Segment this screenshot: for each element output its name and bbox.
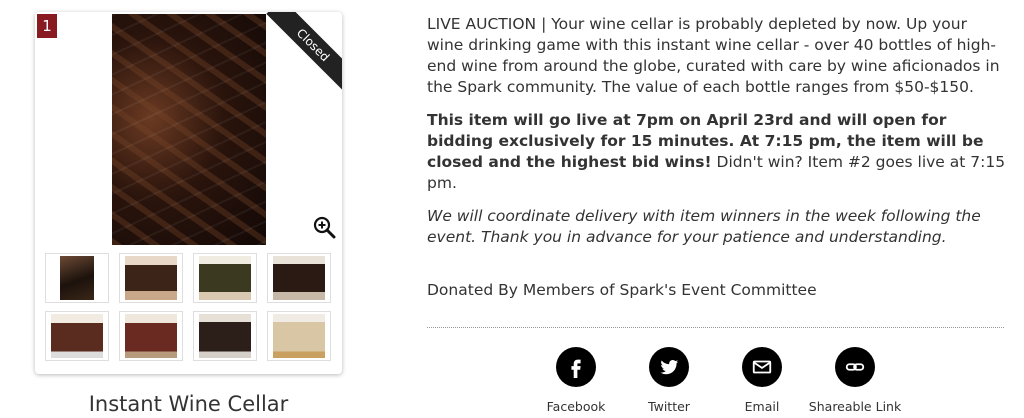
- divider: [427, 327, 1004, 328]
- item-title: Instant Wine Cellar: [88, 392, 289, 416]
- twitter-icon[interactable]: [649, 347, 689, 387]
- thumbnail[interactable]: [193, 311, 257, 361]
- thumbnail[interactable]: [267, 311, 331, 361]
- status-ribbon: Closed: [266, 12, 342, 92]
- thumbnail[interactable]: [45, 253, 109, 303]
- item-description: LIVE AUCTION | Your wine cellar is proba…: [427, 14, 1007, 260]
- thumbnail[interactable]: [45, 311, 109, 361]
- thumbnail-gallery: [45, 253, 333, 361]
- thumbnail[interactable]: [119, 311, 183, 361]
- item-number-badge: 1: [37, 14, 57, 38]
- description-schedule: This item will go live at 7pm on April 2…: [427, 110, 1007, 194]
- thumbnail[interactable]: [267, 253, 331, 303]
- item-card: 1 Closed: [35, 12, 342, 374]
- link-icon[interactable]: [835, 347, 875, 387]
- status-ribbon-label: Closed: [266, 12, 342, 92]
- description-intro: LIVE AUCTION | Your wine cellar is proba…: [427, 15, 1000, 96]
- share-link-label: Shareable Link: [808, 399, 902, 414]
- zoom-in-icon[interactable]: [312, 215, 336, 239]
- thumbnail[interactable]: [193, 253, 257, 303]
- facebook-icon[interactable]: [556, 347, 596, 387]
- main-photo[interactable]: [112, 14, 266, 245]
- thumbnail[interactable]: [119, 253, 183, 303]
- share-link[interactable]: Shareable Link: [800, 347, 910, 415]
- donated-by: Donated By Members of Spark's Event Comm…: [427, 281, 817, 299]
- email-icon[interactable]: [742, 347, 782, 387]
- description-delivery: We will coordinate delivery with item wi…: [427, 207, 981, 246]
